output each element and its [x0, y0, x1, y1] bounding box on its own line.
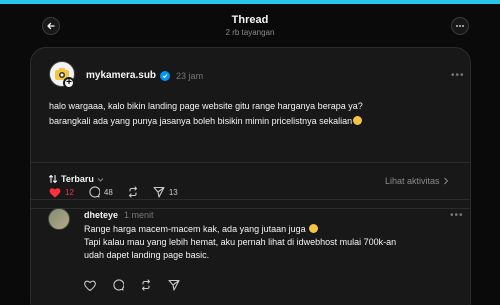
- reply-more-button[interactable]: •••: [450, 210, 464, 221]
- post-text: halo wargaaa, kalo bikin landing page we…: [49, 99, 464, 129]
- repost-icon[interactable]: [140, 279, 152, 291]
- comment-count: 48: [103, 187, 113, 197]
- reply-line-1-wrap: Range harga macem-macem kak, ada yang ju…: [84, 223, 464, 236]
- header-title-group: Thread 2 rb tayangan: [150, 14, 350, 37]
- comment-icon: [89, 186, 100, 198]
- like-button[interactable]: 12: [49, 187, 74, 198]
- send-icon[interactable]: [168, 279, 180, 291]
- post-header: mykamera.sub 23 jam: [86, 70, 203, 81]
- share-count: 13: [168, 187, 178, 197]
- like-count: 12: [65, 187, 74, 197]
- repost-icon: [128, 186, 137, 198]
- repost-button[interactable]: [127, 186, 139, 198]
- reply-time: 1 menit: [124, 210, 154, 220]
- view-count: 2 rb tayangan: [225, 28, 275, 37]
- divider-bottom-sort: [31, 199, 470, 200]
- smile-emoji-icon: [309, 224, 319, 233]
- post-more-button[interactable]: •••: [451, 70, 465, 81]
- post-text-line-2-wrap: barangkali ada yang punya jasanya boleh …: [49, 114, 464, 129]
- sort-arrows-icon: [48, 174, 58, 184]
- reply-avatar[interactable]: [48, 208, 70, 230]
- post-text-line-2: barangkali ada yang punya jasanya boleh …: [49, 116, 353, 126]
- share-button[interactable]: 13: [153, 186, 178, 198]
- top-bar: Thread 2 rb tayangan: [0, 4, 500, 44]
- activity-label: Lihat aktivitas: [385, 176, 440, 186]
- divider-1: [31, 208, 470, 209]
- post-text-line-1: halo wargaaa, kalo bikin landing page we…: [49, 101, 363, 111]
- sort-dropdown[interactable]: Terbaru: [48, 174, 104, 184]
- reply-text: Range harga macem-macem kak, ada yang ju…: [84, 223, 464, 262]
- chevron-right-icon: [443, 177, 448, 185]
- more-options-button[interactable]: [451, 17, 469, 35]
- verified-badge-icon: [160, 70, 171, 81]
- follow-plus-icon[interactable]: +: [63, 77, 75, 89]
- post-actions: 12 48 13: [49, 186, 192, 198]
- back-button[interactable]: [42, 17, 60, 35]
- reply-line-1: Range harga macem-macem kak, ada yang ju…: [84, 224, 306, 234]
- reply-line-3: udah dapet landing page basic.: [84, 250, 210, 260]
- chevron-down-icon: [97, 177, 104, 182]
- heart-icon: [49, 187, 61, 197]
- arrow-left-icon: [47, 22, 55, 30]
- comment-button[interactable]: 48: [88, 186, 113, 198]
- reply-actions: [84, 279, 180, 291]
- view-activity-link[interactable]: Lihat aktivitas: [385, 176, 449, 186]
- comment-icon[interactable]: [112, 279, 124, 291]
- post-username[interactable]: mykamera.sub: [86, 70, 156, 81]
- send-icon: [153, 186, 165, 198]
- heart-outline-icon[interactable]: [84, 280, 96, 291]
- more-horizontal-icon: [456, 25, 464, 27]
- reply-username[interactable]: dheteye: [84, 210, 118, 220]
- sort-label: Terbaru: [61, 174, 94, 184]
- post-time: 23 jam: [176, 70, 204, 81]
- reply-header: dheteye 1 menit: [84, 210, 154, 220]
- page-title: Thread: [231, 14, 269, 26]
- divider-top-sort: [31, 162, 470, 163]
- grin-emoji-icon: [353, 116, 363, 125]
- reply-line-2: Tapi kalau mau yang lebih hemat, aku per…: [84, 237, 397, 247]
